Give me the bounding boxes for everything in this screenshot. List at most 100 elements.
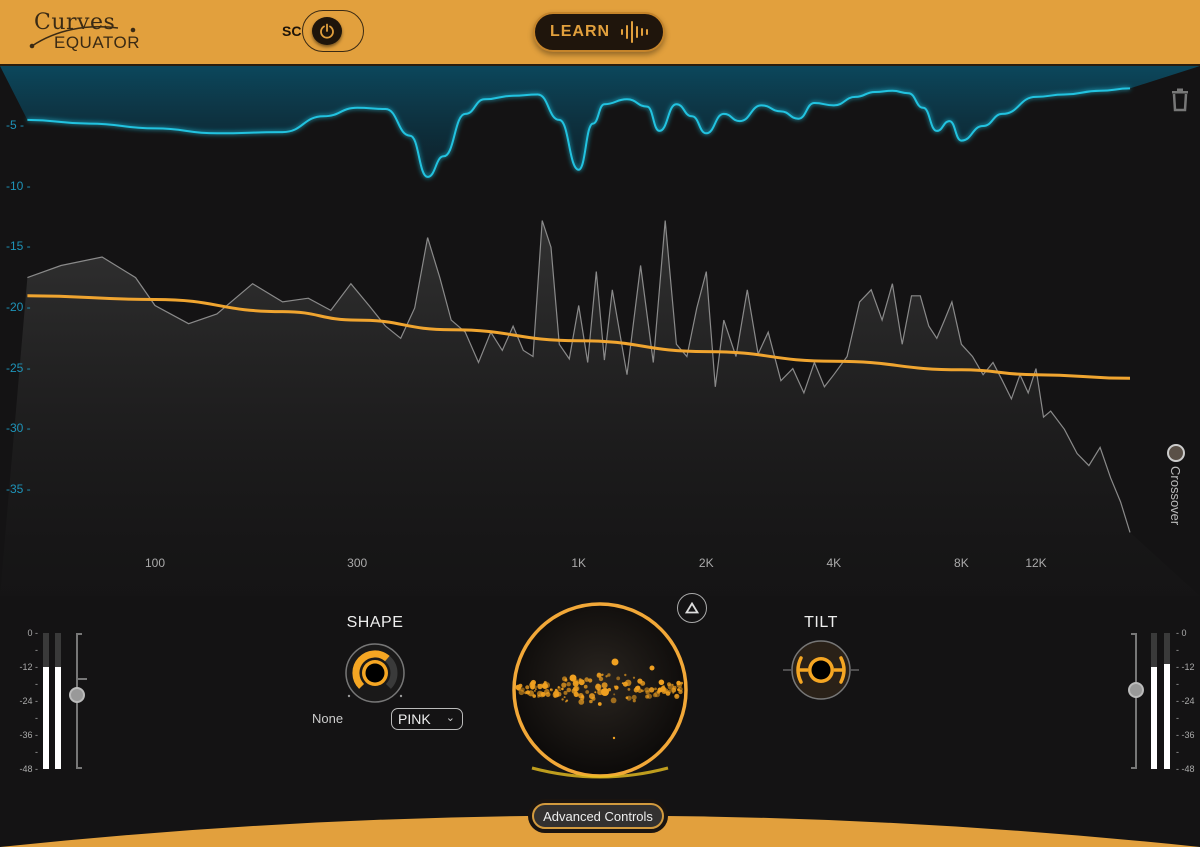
scope-particle xyxy=(561,698,564,701)
scope-particle xyxy=(594,691,597,694)
scope-particle xyxy=(578,678,582,682)
scope-particle xyxy=(631,694,637,700)
scope-particle xyxy=(616,676,621,681)
shape-knob-graphic xyxy=(345,643,405,703)
meter-tick-label: - xyxy=(35,747,38,757)
tilt-knob[interactable] xyxy=(783,640,859,700)
scope-particle xyxy=(605,675,608,678)
scope-particle xyxy=(524,691,527,695)
scope-particle xyxy=(555,693,560,697)
y-tick-label: -15 - xyxy=(6,239,31,254)
scope-particle xyxy=(654,687,657,691)
scope-particle xyxy=(613,685,616,688)
scope-particle xyxy=(537,684,540,686)
output-gain-cap-bottom xyxy=(1131,767,1137,769)
scope-particle xyxy=(613,693,616,696)
output-meter-right-channel xyxy=(1164,633,1170,769)
scope-particle xyxy=(657,687,663,693)
scope-particle xyxy=(566,687,572,693)
output-gain-track[interactable] xyxy=(1135,633,1137,769)
x-tick-label: 8K xyxy=(954,556,969,570)
output-meter-right-fill xyxy=(1164,664,1170,769)
scope-particle xyxy=(627,688,631,691)
scope-particle xyxy=(647,693,652,699)
x-tick-label: 300 xyxy=(347,556,368,570)
power-icon xyxy=(320,23,334,39)
scope-particle xyxy=(563,690,568,695)
meter-tick-label: - xyxy=(35,679,38,689)
scope-particle xyxy=(561,687,564,691)
scope-particle xyxy=(564,700,567,703)
x-tick-label: 4K xyxy=(826,556,842,570)
sidechain-power-button[interactable] xyxy=(312,17,342,45)
scope-particle xyxy=(585,690,590,694)
delete-button[interactable] xyxy=(1170,88,1190,112)
shape-min-label: None xyxy=(312,711,344,726)
scope-particle xyxy=(532,694,536,698)
expand-button[interactable] xyxy=(677,593,707,623)
scope-particle xyxy=(626,695,632,701)
crossover-handle[interactable] xyxy=(1167,444,1185,462)
scope-particle xyxy=(652,692,658,698)
y-tick-label: -20 - xyxy=(6,299,31,314)
scope-particle xyxy=(515,684,522,691)
spectrum-fill xyxy=(0,220,1200,596)
meter-tick-label: - -12 xyxy=(1176,662,1195,672)
scope-particle xyxy=(589,699,593,704)
scope-particle xyxy=(591,696,596,701)
meter-tick-label: -24 - xyxy=(19,696,38,706)
scope-particle xyxy=(578,693,584,699)
y-tick-label: -10 - xyxy=(6,178,31,193)
y-tick-label: -35 - xyxy=(6,481,31,496)
eq-plot[interactable]: -5 - -10 - -15 - -20 - -25 - -30 - -35 - 100 30… xyxy=(0,66,1200,596)
noise-type-dropdown[interactable]: PINK ⌄ xyxy=(391,708,463,730)
scope-particle xyxy=(610,697,617,704)
scope-particle xyxy=(561,682,567,688)
output-meter: - 0 - - -12 - - -24 - - -36 - - -48 xyxy=(1100,625,1200,775)
scope-particle xyxy=(533,689,536,692)
scope-particle xyxy=(601,688,609,696)
scope-particle xyxy=(525,685,530,690)
output-gain-slider[interactable] xyxy=(1128,681,1144,698)
input-gain-cap-top xyxy=(76,633,82,635)
crossover-label: Crossover xyxy=(1168,466,1183,526)
chevron-down-icon: ⌄ xyxy=(445,712,455,724)
learn-label: LEARN xyxy=(549,23,611,40)
sidechain-toggle[interactable]: SC xyxy=(282,10,364,52)
input-gain-slider[interactable] xyxy=(69,687,85,704)
header-bar: Curves EQUATOR SC LEARN xyxy=(0,0,1200,66)
meter-tick-label: -36 - xyxy=(19,730,38,740)
scope-particle xyxy=(542,683,548,689)
scope-particle xyxy=(648,687,655,693)
output-meter-left-fill xyxy=(1151,667,1157,769)
x-tick-label: 2K xyxy=(698,556,714,570)
meter-tick-label: - xyxy=(1176,713,1179,723)
logo-text-top: Curves xyxy=(34,10,116,35)
scope-particle xyxy=(564,678,568,682)
scope-particle xyxy=(676,682,682,688)
learn-button[interactable]: LEARN xyxy=(533,12,665,52)
meter-tick-label: - -48 xyxy=(1176,764,1195,774)
scope-particle xyxy=(662,685,666,688)
y-tick-label: -25 - xyxy=(6,360,31,375)
scope-particle xyxy=(520,687,525,692)
scope-particle xyxy=(612,736,616,740)
shape-title: SHAPE xyxy=(346,614,404,631)
eq-plot-canvas[interactable] xyxy=(0,66,1200,596)
scope-particle xyxy=(658,679,665,686)
input-gain-unity-mark xyxy=(76,678,87,680)
scope-particle xyxy=(571,688,578,694)
advanced-controls-button[interactable]: Advanced Controls xyxy=(528,799,668,833)
advanced-controls-label: Advanced Controls xyxy=(532,803,664,829)
scope-particle xyxy=(667,683,674,690)
stereo-scope[interactable] xyxy=(510,600,690,780)
scope-particle xyxy=(566,682,571,687)
y-tick-label: -30 - xyxy=(6,421,31,436)
meter-tick-label: - xyxy=(1176,747,1179,757)
eq-curve-fill xyxy=(0,66,1200,177)
meter-tick-label: - xyxy=(35,645,38,655)
y-tick-label: -5 - xyxy=(6,118,24,132)
meter-tick-label: - 0 xyxy=(1176,628,1187,638)
trash-icon xyxy=(1172,88,1188,112)
shape-knob[interactable] xyxy=(344,642,406,704)
